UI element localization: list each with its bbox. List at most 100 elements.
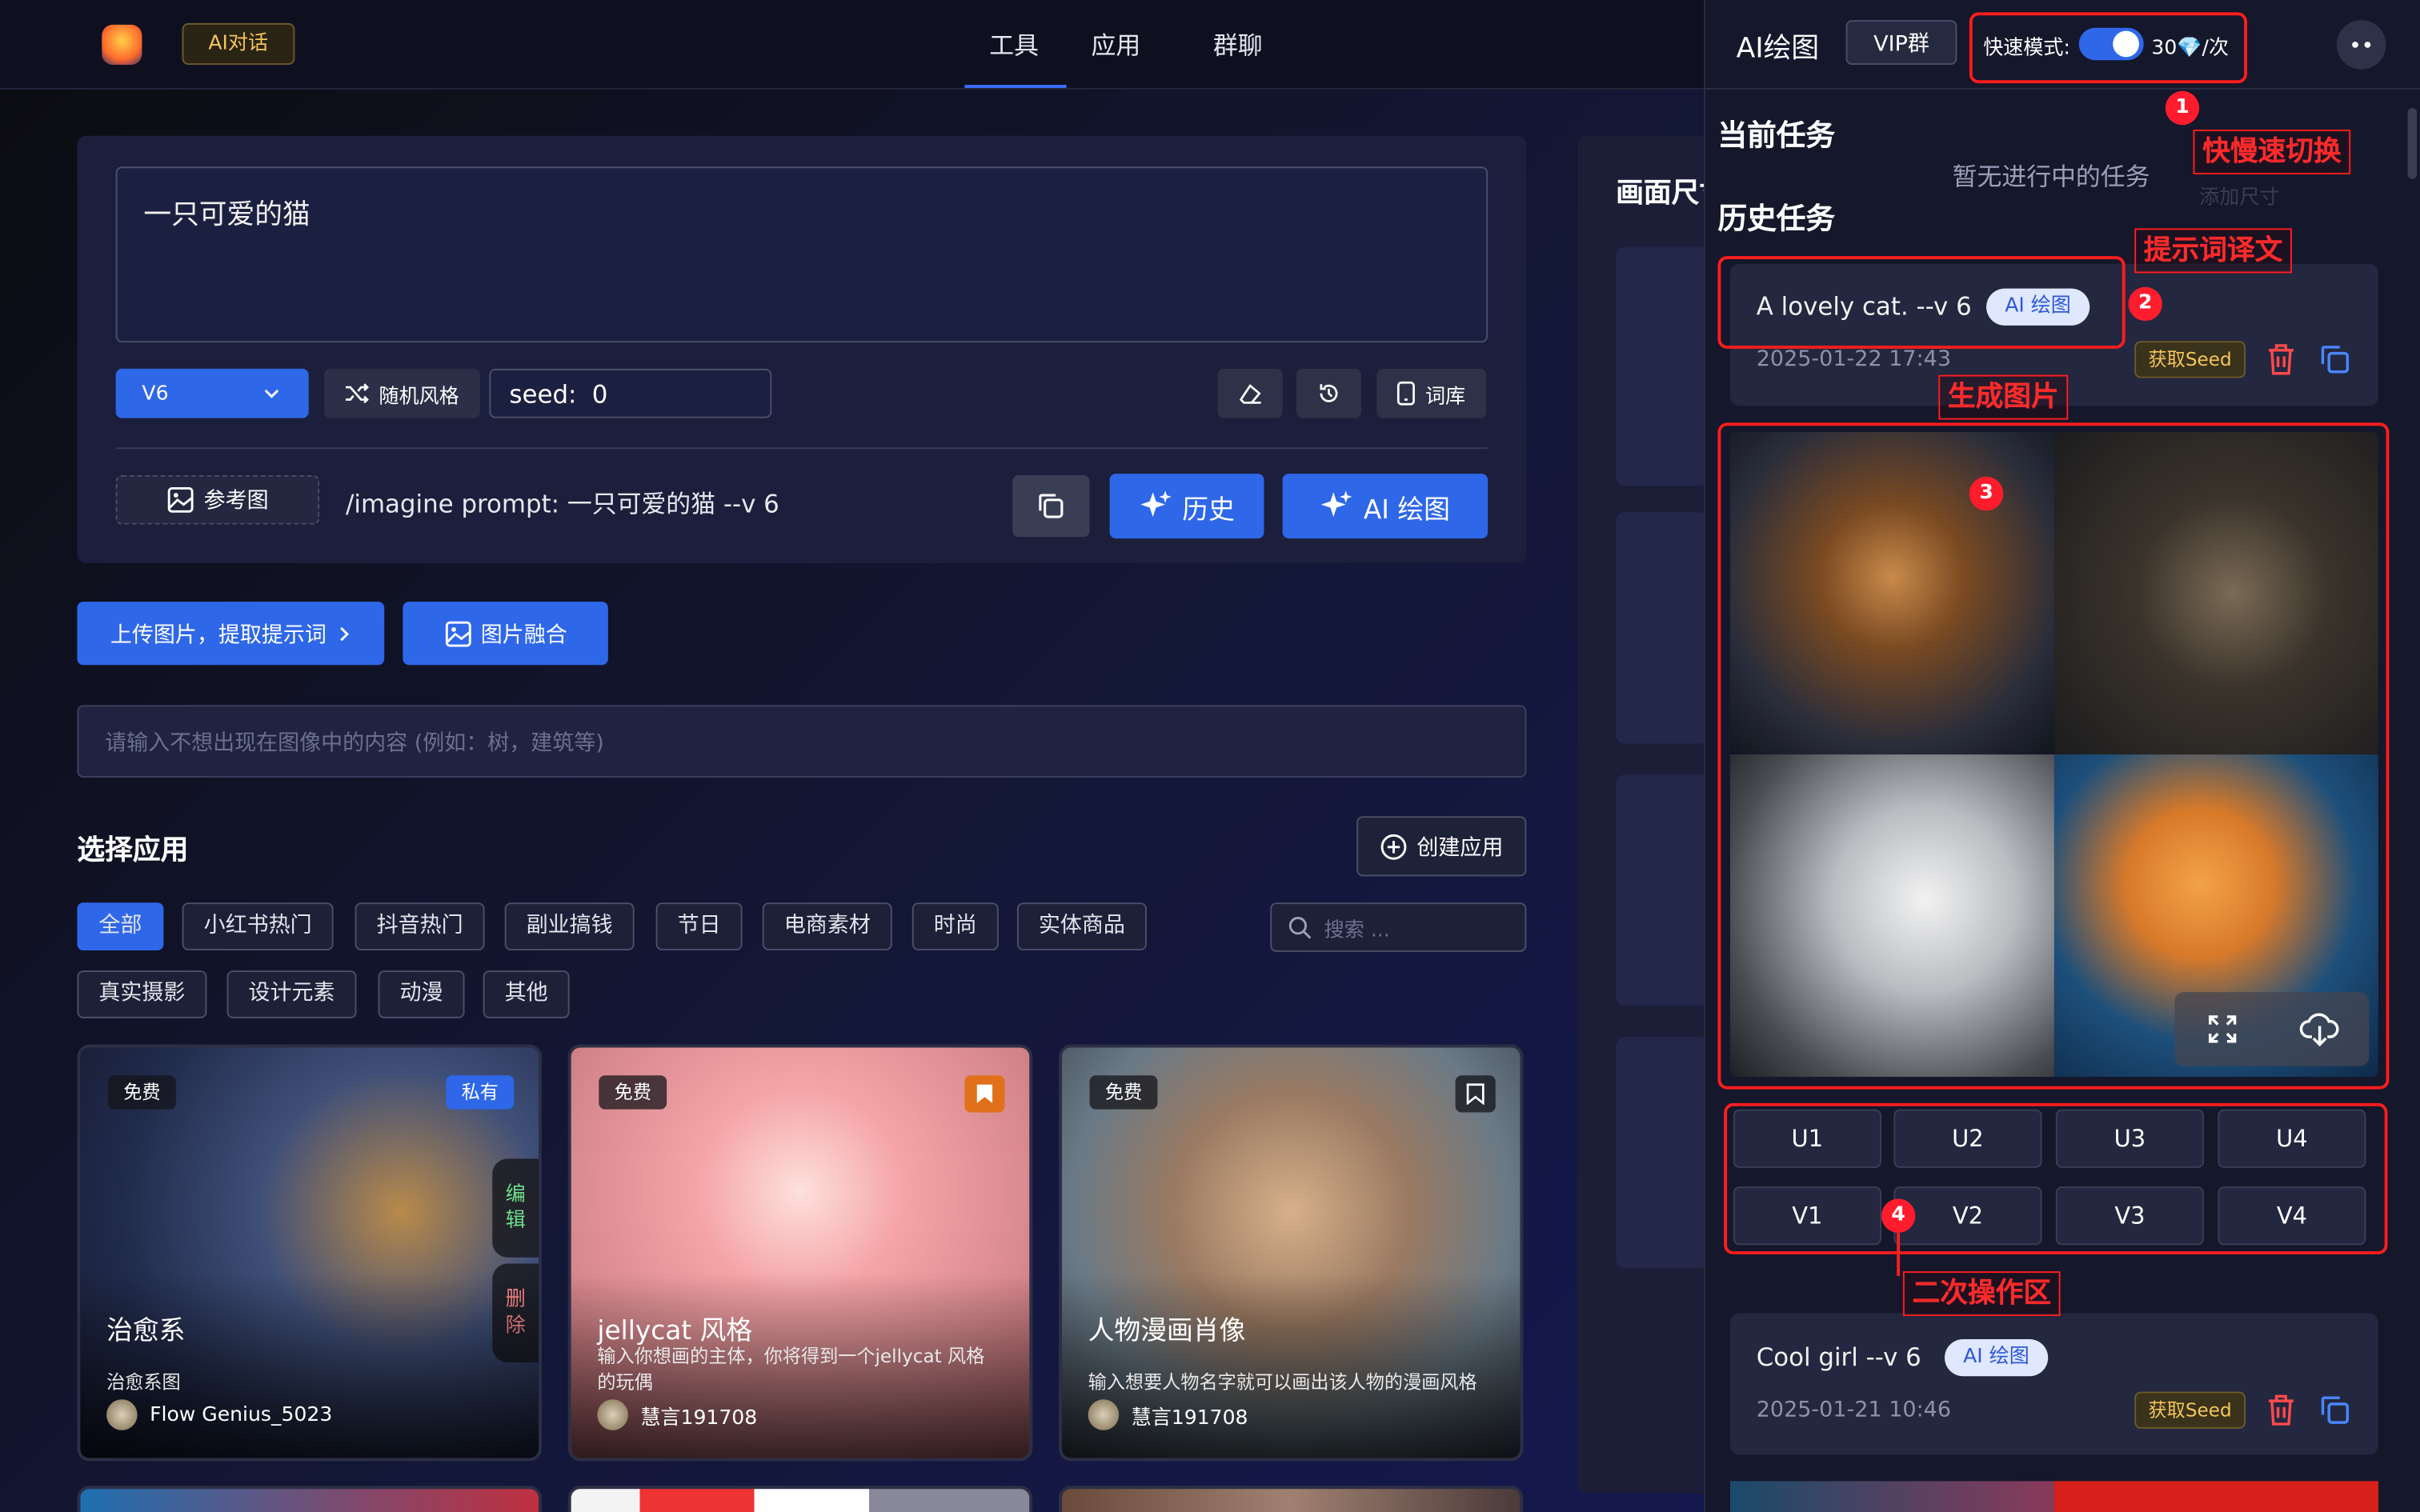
app-card[interactable]: 免费 私有 编辑 删除 治愈系 治愈系图 Flow Genius_5023 (77, 1044, 542, 1462)
search-placeholder: 搜索 ... (1324, 918, 1390, 942)
get-seed-button[interactable]: 获取Seed (2134, 341, 2246, 378)
random-style-button[interactable]: 随机风格 (323, 368, 480, 418)
vip-group-button[interactable]: VIP群 (1845, 20, 1957, 65)
app-card-desc: 输入想要人物名字就可以画出该人物的漫画风格 (1088, 1371, 1477, 1394)
category-chip[interactable]: 副业搞钱 (504, 902, 635, 950)
get-seed-button[interactable]: 获取Seed (2134, 1391, 2246, 1429)
image-icon (167, 486, 194, 513)
category-chip[interactable]: 节日 (655, 902, 743, 950)
size-option[interactable] (1616, 512, 1709, 744)
tab-group-chat[interactable]: 群聊 (1213, 25, 1263, 62)
create-app-label: 创建应用 (1416, 835, 1504, 861)
category-chip[interactable]: 真实摄影 (77, 970, 207, 1018)
category-chip[interactable]: 电商素材 (762, 902, 892, 950)
app-search-input[interactable]: 搜索 ... (1270, 902, 1527, 952)
bookmark-icon (1466, 1083, 1484, 1105)
category-chip[interactable]: 设计元素 (226, 970, 357, 1018)
sparkle-icon (1140, 490, 1172, 518)
seed-value: 0 (591, 378, 608, 409)
app-card-partial[interactable] (567, 1486, 1033, 1512)
ai-draw-button[interactable]: AI 绘图 (1282, 474, 1488, 539)
category-chip[interactable]: 其他 (483, 970, 570, 1018)
annotation-label: 生成图片 (1938, 374, 2069, 420)
annotation-number: 1 (2165, 90, 2200, 126)
negative-prompt-input[interactable]: 请输入不想出现在图像中的内容 (例如：树，建筑等) (77, 705, 1527, 778)
seed-label: seed: (509, 378, 577, 409)
trash-icon[interactable] (2264, 342, 2298, 376)
free-badge: 免费 (1089, 1075, 1158, 1110)
app-card-partial[interactable] (77, 1486, 542, 1512)
image-fusion-button[interactable]: 图片融合 (403, 602, 608, 666)
annotation-number: 4 (1881, 1198, 1916, 1233)
category-chip[interactable]: 动漫 (378, 970, 465, 1018)
bookmark-button[interactable] (1455, 1075, 1496, 1113)
app-card[interactable]: 免费 jellycat 风格 输入你想画的主体，你将得到一个jellycat 风… (567, 1044, 1033, 1462)
author-name: 慧言191708 (1131, 1406, 1248, 1430)
category-chip[interactable]: 实体商品 (1016, 902, 1147, 950)
random-style-label: 随机风格 (379, 385, 459, 409)
create-app-button[interactable]: 创建应用 (1356, 816, 1527, 877)
prompt-history-button[interactable] (1296, 368, 1361, 418)
more-dot-icon (2352, 42, 2358, 48)
size-option[interactable] (1616, 246, 1709, 486)
more-dot-icon (2364, 42, 2371, 48)
sparkle-icon (1321, 490, 1353, 518)
app-logo[interactable] (102, 24, 142, 65)
size-option[interactable] (1616, 1036, 1709, 1269)
free-badge: 免费 (107, 1075, 176, 1110)
drawer-scrollbar[interactable] (2407, 107, 2418, 179)
model-version-select[interactable]: V6 (115, 368, 309, 418)
category-chip-all[interactable]: 全部 (77, 902, 164, 950)
copy-prompt-button[interactable] (1012, 474, 1090, 538)
prompt-textarea[interactable]: 一只可爱的猫 (115, 166, 1488, 343)
generated-image-partial[interactable] (2053, 1481, 2378, 1512)
generated-image-partial[interactable] (1729, 1481, 2054, 1512)
edit-button[interactable]: 编辑 (492, 1158, 539, 1258)
copy-icon[interactable] (2318, 342, 2352, 376)
ai-draw-tag: AI 绘图 (1944, 1338, 2048, 1377)
tab-apps[interactable]: 应用 (1091, 25, 1140, 62)
more-options-button[interactable] (2336, 20, 2386, 70)
annotation-number: 3 (1969, 476, 2004, 511)
task-time: 2025-01-21 10:46 (1756, 1398, 1952, 1423)
avatar (106, 1399, 138, 1430)
app-card[interactable]: 免费 人物漫画肖像 输入想要人物名字就可以画出该人物的漫画风格 慧言191708 (1058, 1044, 1524, 1462)
ghost-text: 添加尺寸 (2199, 186, 2280, 210)
app-card-author: Flow Genius_5023 (106, 1399, 332, 1430)
history-label: 历史 (1182, 494, 1235, 526)
lexicon-button[interactable]: 词库 (1376, 368, 1487, 418)
annotation-box-prompt (1717, 256, 2126, 349)
author-name: 慧言191708 (640, 1406, 758, 1430)
bookmark-button[interactable] (964, 1075, 1005, 1113)
free-badge: 免费 (599, 1075, 667, 1110)
copy-icon[interactable] (2318, 1393, 2352, 1426)
trash-icon[interactable] (2264, 1393, 2298, 1426)
bookmark-filled-icon (976, 1084, 993, 1103)
upload-extract-prompt-button[interactable]: 上传图片，提取提示词 (77, 602, 385, 666)
category-chip[interactable]: 时尚 (912, 902, 999, 950)
app-card-author: 慧言191708 (1088, 1399, 1248, 1430)
task-prompt: Cool girl --v 6 (1756, 1342, 1921, 1372)
history-button[interactable]: 历史 (1109, 474, 1264, 539)
upload-label: 上传图片，提取提示词 (110, 622, 327, 648)
chevron-right-icon (339, 626, 349, 641)
eraser-button[interactable] (1217, 368, 1283, 418)
active-tab-indicator (964, 85, 1067, 88)
app-card-title: 人物漫画肖像 (1088, 1316, 1246, 1347)
history-task-heading: 历史任务 (1717, 202, 1836, 237)
category-chip[interactable]: 抖音热门 (355, 902, 485, 950)
ai-chat-button[interactable]: AI对话 (182, 22, 294, 65)
reference-image-label: 参考图 (203, 489, 269, 514)
reference-image-button[interactable]: 参考图 (115, 474, 320, 525)
copy-icon (1039, 494, 1064, 518)
seed-input[interactable]: seed: 0 (489, 368, 772, 418)
size-option[interactable] (1616, 774, 1709, 1006)
task-card (1729, 1313, 2378, 1455)
tab-tools[interactable]: 工具 (989, 25, 1039, 62)
eraser-icon (1239, 384, 1261, 404)
annotation-label: 提示词译文 (2134, 228, 2292, 274)
annotation-number: 2 (2128, 286, 2162, 322)
lexicon-label: 词库 (1425, 385, 1466, 409)
category-chip[interactable]: 小红书热门 (182, 902, 334, 950)
app-card-partial[interactable] (1058, 1486, 1524, 1512)
